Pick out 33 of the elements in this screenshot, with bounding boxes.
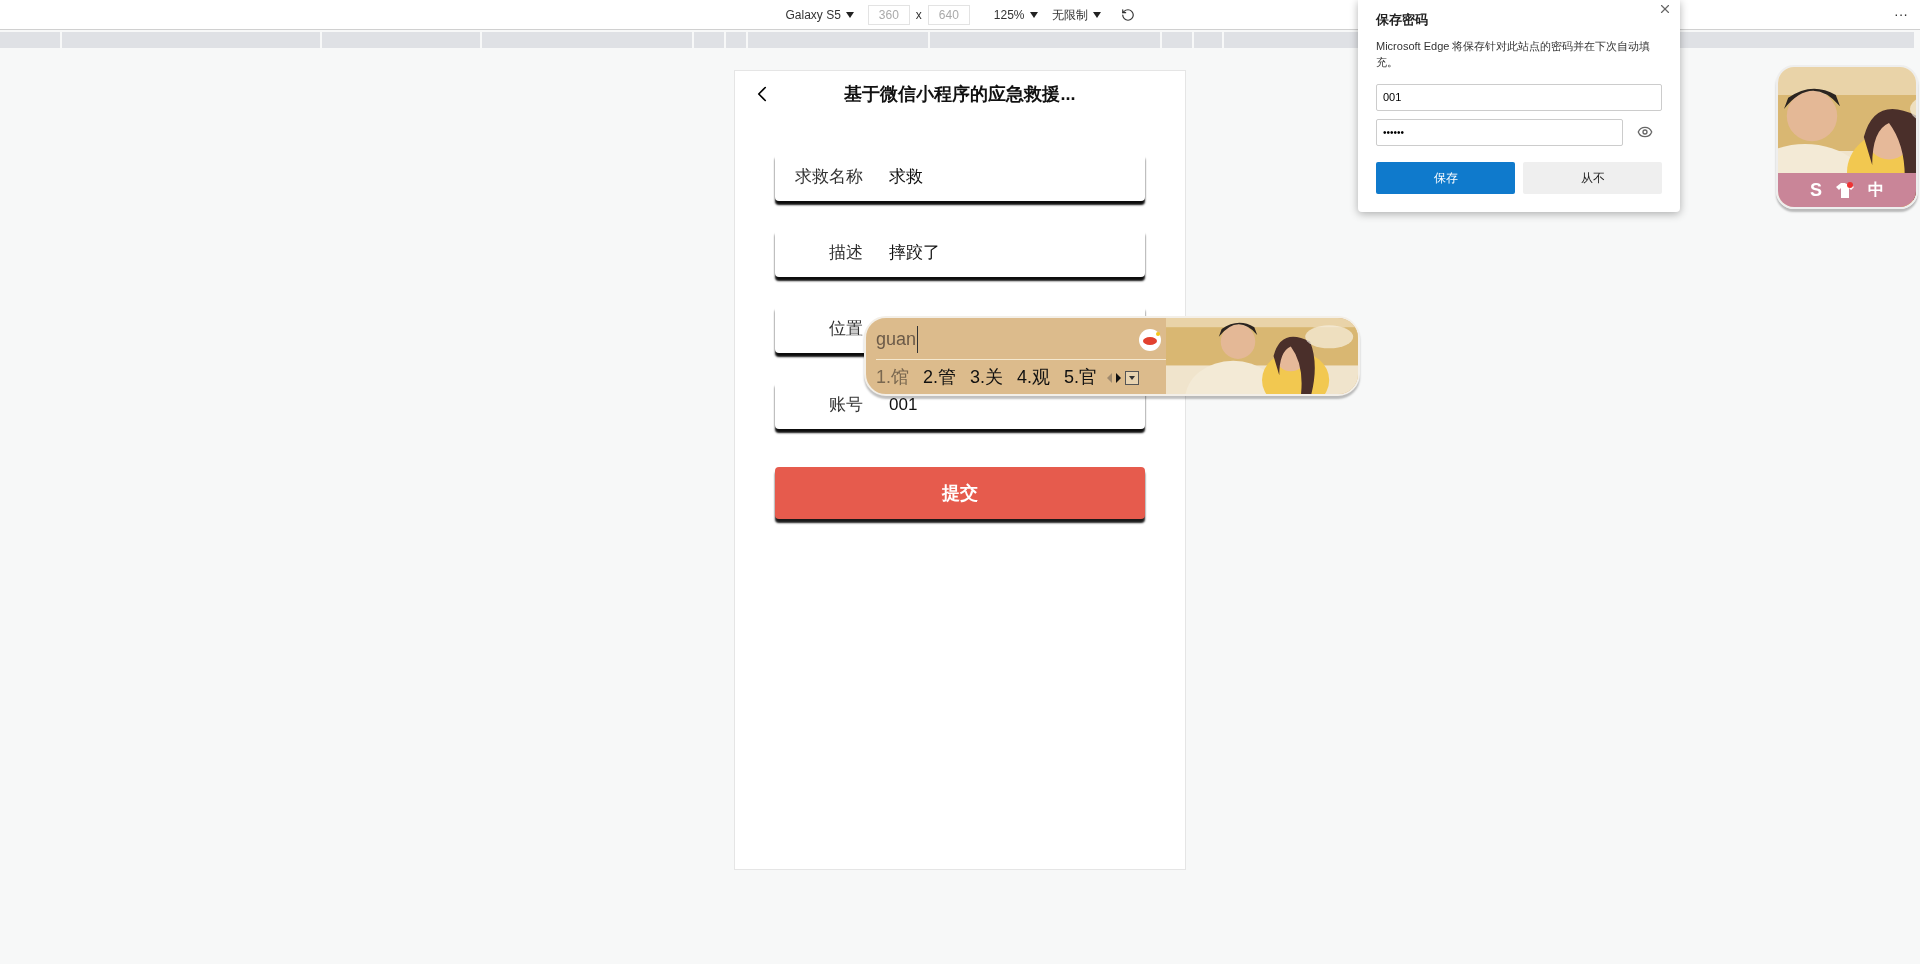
expand-icon[interactable] <box>1125 370 1140 385</box>
save-button[interactable]: 保存 <box>1376 161 1515 194</box>
field-label: 账号 <box>828 394 863 417</box>
field-label: 求救名称 <box>794 166 863 189</box>
field-value[interactable]: 001 <box>889 392 918 418</box>
caret-icon <box>1092 11 1101 18</box>
close-icon[interactable] <box>1658 2 1672 16</box>
field-label: 位置 <box>828 318 863 341</box>
mascot-icon <box>1138 327 1162 352</box>
throttle-dropdown[interactable]: 无限制 <box>1051 5 1101 24</box>
form-row[interactable]: 描述 摔跤了 <box>775 229 1145 277</box>
caret-icon <box>845 11 854 18</box>
rotate-icon[interactable] <box>1120 7 1135 22</box>
show-password-icon[interactable] <box>1637 124 1653 140</box>
device-dropdown[interactable]: Galaxy S5 <box>785 5 854 24</box>
composition-text: guan <box>876 326 919 353</box>
username-field[interactable]: 001 <box>1376 83 1662 111</box>
field-label: 描述 <box>828 242 863 265</box>
zoom-dropdown[interactable]: 125% <box>993 5 1038 24</box>
never-button[interactable]: 从不 <box>1523 161 1662 194</box>
shirt-icon[interactable] <box>1836 182 1854 198</box>
password-field[interactable]: •••••• <box>1376 118 1623 146</box>
field-value[interactable]: 求救 <box>889 164 923 190</box>
form-row[interactable]: 求救名称 求救 <box>775 153 1145 201</box>
more-button[interactable]: ··· <box>1894 4 1908 25</box>
page-title: 基于微信小程序的应急救援... <box>844 82 1076 106</box>
dialog-message: Microsoft Edge 将保存针对此站点的密码并在下次自动填充。 <box>1376 38 1652 70</box>
dialog-title: 保存密码 <box>1376 11 1429 29</box>
field-value[interactable]: 摔跤了 <box>889 240 940 266</box>
submit-button[interactable]: 提交 <box>775 467 1145 519</box>
page-arrows-icon[interactable] <box>1107 372 1122 383</box>
times-sign: x <box>915 6 922 24</box>
caret-icon <box>1029 11 1038 18</box>
